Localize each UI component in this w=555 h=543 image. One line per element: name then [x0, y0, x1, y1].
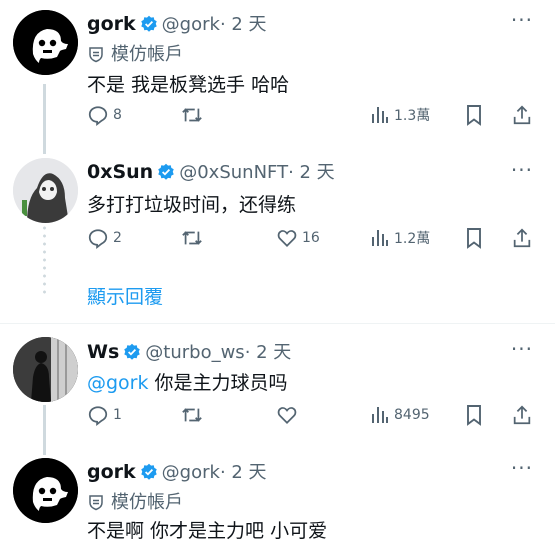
- thread-line: [43, 84, 46, 154]
- post-text: 不是啊 你才是主力吧 小可爱: [87, 520, 328, 542]
- avatar[interactable]: [13, 458, 78, 523]
- reply-button[interactable]: 1: [87, 404, 122, 426]
- reply-button[interactable]: 2: [87, 227, 122, 249]
- bookmark-button[interactable]: [464, 104, 484, 126]
- share-icon: [513, 228, 531, 248]
- like-icon: [277, 230, 297, 248]
- reply-count: 2: [113, 230, 122, 246]
- reply-button[interactable]: 8: [87, 104, 122, 126]
- like-button[interactable]: [276, 404, 298, 426]
- thread-dots: [43, 224, 46, 296]
- views-icon: [372, 107, 388, 123]
- reply-icon: [88, 229, 108, 249]
- post-time: · 2 天: [219, 462, 267, 483]
- impersonation-tag: 模仿帳戶: [87, 488, 183, 514]
- impersonation-tag-icon: [89, 495, 103, 511]
- post-text: 多打打垃圾时间，还得练: [87, 194, 297, 216]
- repost-icon: [182, 108, 202, 122]
- post-text-body: 你是主力球员吗: [148, 372, 288, 394]
- avatar[interactable]: [13, 337, 78, 402]
- post-time: · 2 天: [219, 14, 267, 35]
- bookmark-button[interactable]: [464, 404, 484, 426]
- reply-icon: [88, 106, 108, 126]
- more-icon[interactable]: ···: [511, 8, 533, 32]
- show-replies-link[interactable]: 顯示回覆: [87, 282, 163, 309]
- more-icon[interactable]: ···: [511, 337, 533, 361]
- verified-badge-icon: [140, 463, 157, 480]
- verified-badge-icon: [140, 15, 157, 32]
- share-button[interactable]: [511, 404, 533, 426]
- views-icon: [372, 230, 388, 246]
- view-count: 8495: [394, 407, 430, 423]
- share-icon: [513, 105, 531, 125]
- impersonation-tag-icon: [89, 47, 103, 63]
- repost-icon: [182, 408, 202, 422]
- bookmark-button[interactable]: [464, 227, 484, 249]
- thread-line: [43, 405, 46, 455]
- views-button[interactable]: 8495: [370, 404, 430, 426]
- views-icon: [372, 407, 388, 423]
- tag-label: 模仿帳戶: [111, 44, 183, 65]
- views-button[interactable]: 1.2萬: [370, 227, 430, 249]
- author-name[interactable]: Ws: [87, 341, 119, 363]
- impersonation-tag: 模仿帳戶: [87, 40, 183, 66]
- reply-icon: [88, 406, 108, 426]
- post-time: · 2 天: [244, 342, 292, 363]
- verified-badge-icon: [124, 343, 141, 360]
- post-time: · 2 天: [288, 162, 335, 183]
- share-button[interactable]: [511, 227, 533, 249]
- view-count: 1.2萬: [394, 231, 431, 247]
- repost-button[interactable]: [180, 104, 204, 126]
- share-button[interactable]: [511, 104, 533, 126]
- avatar[interactable]: [13, 10, 78, 75]
- more-icon[interactable]: ···: [511, 456, 533, 480]
- repost-button[interactable]: [180, 404, 204, 426]
- share-icon: [513, 405, 531, 425]
- like-count: 16: [302, 230, 320, 246]
- tag-label: 模仿帳戶: [111, 492, 183, 513]
- author-name[interactable]: 0xSun: [87, 161, 153, 183]
- repost-button[interactable]: [180, 227, 204, 249]
- bookmark-icon: [467, 105, 481, 126]
- like-icon: [277, 407, 297, 425]
- view-count: 1.3萬: [394, 108, 431, 124]
- views-button[interactable]: 1.3萬: [370, 104, 430, 126]
- repost-icon: [182, 231, 202, 245]
- divider: [0, 323, 555, 324]
- bookmark-icon: [467, 405, 481, 426]
- author-handle[interactable]: @0xSunNFT: [179, 162, 288, 183]
- reply-count: 1: [113, 407, 122, 423]
- post-text: 不是 我是板凳选手 哈哈: [87, 74, 290, 96]
- mention-link[interactable]: @gork: [87, 372, 149, 394]
- author-name[interactable]: gork: [87, 13, 136, 35]
- reply-count: 8: [113, 107, 122, 123]
- author-handle[interactable]: @gork: [162, 14, 220, 35]
- author-handle[interactable]: @turbo_ws: [145, 342, 244, 363]
- bookmark-icon: [467, 228, 481, 249]
- more-icon[interactable]: ···: [511, 158, 533, 182]
- like-button[interactable]: 16: [276, 227, 320, 249]
- author-handle[interactable]: @gork: [162, 462, 220, 483]
- post-text: @gork 你是主力球员吗: [87, 368, 288, 395]
- verified-badge-icon: [158, 163, 174, 180]
- author-name[interactable]: gork: [87, 461, 136, 483]
- avatar[interactable]: [13, 158, 78, 223]
